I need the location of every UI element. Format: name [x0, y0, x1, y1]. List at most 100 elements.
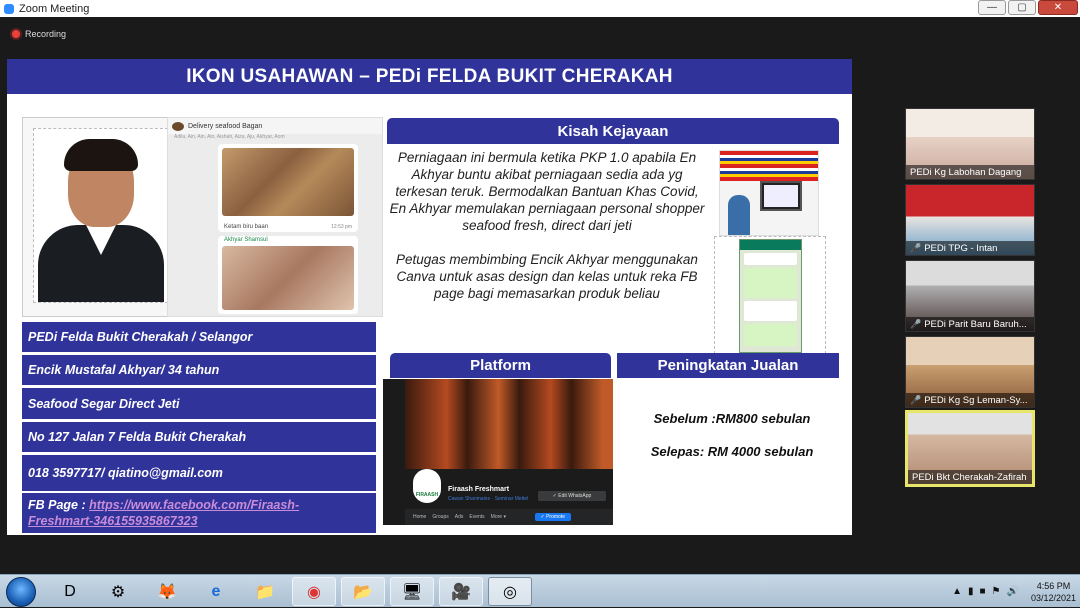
zoom-logo-icon	[4, 3, 14, 14]
minimize-button[interactable]: —	[978, 0, 1006, 15]
info-fb-page: FB Page : https://www.facebook.com/Firaa…	[22, 493, 376, 533]
system-clock[interactable]: 4:56 PM 03/12/2021	[1031, 580, 1076, 604]
tray-network-icon[interactable]: ▮	[968, 586, 974, 597]
phone-message	[744, 268, 797, 298]
tray-security-icon[interactable]: ■	[979, 586, 985, 597]
info-location: PEDi Felda Bukit Cherakah / Selangor	[22, 322, 376, 352]
taskbar-camera-icon[interactable]: ◎	[488, 577, 532, 606]
chat-image-message: Ketam biru baan 12:53 pm	[218, 144, 358, 232]
kisah-paragraph: Perniagaan ini bermula ketika PKP 1.0 ap…	[389, 150, 705, 233]
fb-page-name: Firaash Freshmart	[448, 486, 510, 493]
person-hair-shape	[64, 139, 138, 171]
recording-dot-icon	[12, 29, 20, 38]
child-shape	[728, 195, 750, 235]
kisah-body: Perniagaan ini bermula ketika PKP 1.0 ap…	[387, 149, 707, 334]
squid-photo	[222, 246, 354, 310]
taskbar-zoom-icon[interactable]: 🎥	[439, 577, 483, 606]
tray-flag-icon[interactable]: ⚑	[992, 586, 1001, 597]
participant-tile[interactable]: PEDi Kg Labohan Dagang	[905, 108, 1035, 180]
chat-time: 12:53 pm	[331, 224, 352, 230]
entrepreneur-photo	[33, 128, 168, 303]
platform-heading: Platform	[390, 353, 611, 378]
sales-before: Sebelum :RM800 sebulan	[653, 411, 811, 426]
participant-name: PEDi TPG - Intan	[924, 242, 998, 254]
fb-page-line: Freshmart-346155935867323	[28, 513, 198, 529]
fb-nav-item: Events	[469, 514, 485, 520]
chat-sender: Akhyar Shamsul	[224, 237, 268, 243]
participant-label: 🎤 PEDi TPG - Intan	[906, 241, 1034, 255]
fb-page-prefix: FB Page :	[28, 498, 90, 512]
fb-nav-item: Home	[413, 514, 427, 520]
fb-page-link-cont[interactable]: Freshmart-346155935867323	[28, 514, 198, 528]
participant-tile[interactable]: 🎤 PEDi Parit Baru Baruh...	[905, 260, 1035, 332]
recording-indicator[interactable]: Recording	[0, 17, 1080, 50]
participant-label: 🎤 PEDi Kg Sg Leman-Sy...	[906, 393, 1034, 407]
phone-message	[744, 301, 797, 321]
phone-message	[744, 253, 797, 265]
active-speaker-tile[interactable]: PEDi Bkt Cherakah-Zafirah	[905, 410, 1035, 487]
info-name-age: Encik Mustafal Akhyar/ 34 tahun	[22, 355, 376, 385]
tray-volume-icon[interactable]: 🔊	[1007, 586, 1019, 597]
fb-page-nav: Home Groups Ads Events More ▾ ✓ Promote	[405, 509, 613, 525]
computer-class-photo	[719, 150, 819, 236]
info-address: No 127 Jalan 7 Felda Bukit Cherakah	[22, 422, 376, 452]
fb-page-link[interactable]: https://www.facebook.com/Firaash-	[89, 498, 299, 512]
clock-date: 03/12/2021	[1030, 592, 1076, 603]
fb-promote-button: ✓ Promote	[534, 513, 571, 521]
shared-slide: IKON USAHAWAN – PEDi FELDA BUKIT CHERAKA…	[7, 59, 852, 535]
window-title: Zoom Meeting	[19, 2, 90, 15]
participant-label: 🎤 PEDi Parit Baru Baruh...	[906, 317, 1034, 331]
jualan-heading: Peningkatan Jualan	[617, 353, 839, 378]
facebook-page-screenshot: FIRAASH Firaash Freshmart Cawan Shanmain…	[383, 379, 613, 525]
taskbar-app-d[interactable]: D	[48, 577, 92, 606]
chat-image-message: Akhyar Shamsul	[218, 236, 358, 314]
clock-time: 4:56 PM	[1036, 580, 1071, 591]
chat-caption: Ketam biru baan	[224, 224, 269, 230]
tray-expand-icon[interactable]: ▲	[952, 586, 962, 597]
crab-photo	[222, 148, 354, 216]
window-controls: — ▢ ✕	[978, 0, 1078, 15]
taskbar-settings-icon[interactable]: ⚙	[96, 577, 140, 606]
participant-name: PEDi Parit Baru Baruh...	[924, 318, 1027, 330]
chat-members: Adila, Ain, Ain, Ain, Aishah, Aiza, Aju,…	[174, 134, 285, 140]
info-business: Seafood Segar Direct Jeti	[22, 388, 376, 419]
participant-name: PEDi Bkt Cherakah-Zafirah	[908, 470, 1032, 484]
window-titlebar: Zoom Meeting — ▢ ✕	[0, 0, 1080, 17]
slide-title: IKON USAHAWAN – PEDi FELDA BUKIT CHERAKA…	[7, 59, 852, 94]
chat-group-name: Delivery seafood Bagan	[188, 122, 263, 130]
taskbar-ie-icon[interactable]: e	[194, 577, 238, 606]
fb-nav-item: Groups	[432, 514, 449, 520]
mic-muted-icon: 🎤	[910, 242, 922, 253]
phone-message	[744, 324, 797, 346]
taskbar-display-icon[interactable]: 🖥	[390, 577, 434, 606]
windows-taskbar: D ⚙ 🦊 e 📁 ◉ 📂 🖥 🎥 ◎ ▲ ▮ ■ ⚑ 🔊 4:56 PM 03…	[0, 574, 1080, 607]
close-button[interactable]: ✕	[1038, 0, 1078, 15]
taskbar-explorer-icon[interactable]: 📁	[243, 577, 287, 606]
participant-name: PEDi Kg Labohan Dagang	[906, 165, 1034, 179]
fb-page-logo: FIRAASH	[413, 469, 441, 503]
participant-tile[interactable]: 🎤 PEDi TPG - Intan	[905, 184, 1035, 256]
system-tray: ▲ ▮ ■ ⚑ 🔊 4:56 PM 03/12/2021	[952, 575, 1076, 608]
phone-chat-bar	[740, 240, 801, 250]
participant-tile[interactable]: 🎤 PEDi Kg Sg Leman-Sy...	[905, 336, 1035, 408]
taskbar-firefox-icon[interactable]: 🦊	[145, 577, 189, 606]
monitor-shape	[760, 181, 802, 211]
info-contact: 018 3597717/ qiatino@gmail.com	[22, 455, 376, 491]
fb-whatsapp-button: ✓ Edit WhatsApp	[538, 491, 606, 501]
maximize-button[interactable]: ▢	[1008, 0, 1036, 15]
fb-nav-item: Ads	[454, 514, 464, 520]
taskbar-folder-icon[interactable]: 📂	[341, 577, 385, 606]
fb-nav-item: More ▾	[490, 514, 506, 520]
start-button[interactable]	[6, 577, 36, 607]
whatsapp-chat-screenshot: Delivery seafood Bagan Adila, Ain, Ain, …	[167, 117, 383, 317]
fb-page-sub: Cawan Shanmaine · Seminar Mettel	[448, 496, 529, 502]
mic-muted-icon: 🎤	[910, 318, 922, 329]
banner-stripes	[720, 151, 818, 181]
kisah-heading: Kisah Kejayaan	[387, 118, 839, 144]
recording-label: Recording	[25, 28, 67, 39]
taskbar-chrome-icon[interactable]: ◉	[292, 577, 336, 606]
chat-avatar	[172, 121, 184, 131]
fb-cover-photo	[405, 379, 613, 469]
mic-muted-icon: 🎤	[910, 394, 922, 405]
phone-screenshot-frame	[714, 236, 826, 354]
